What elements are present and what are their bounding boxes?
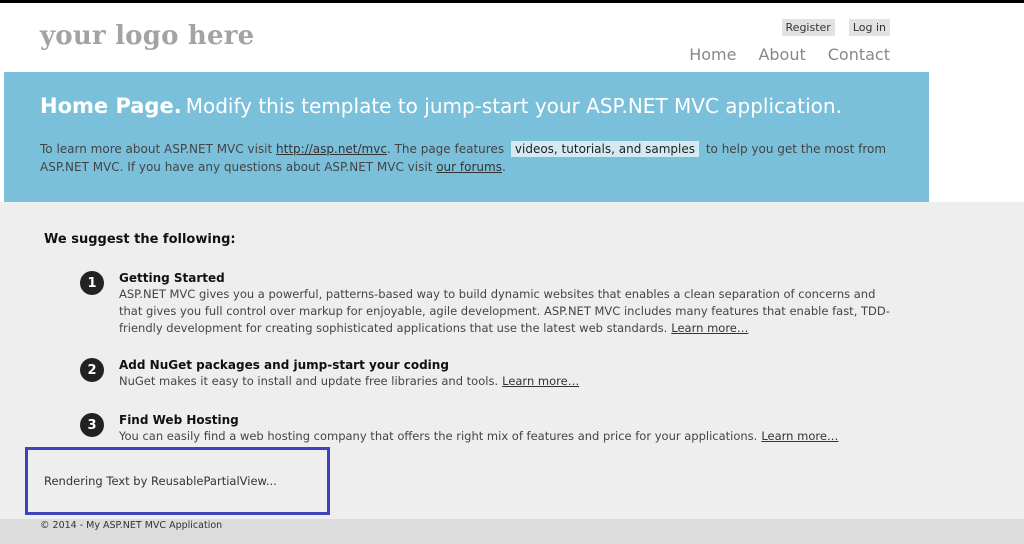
learn-more-link[interactable]: Learn more… bbox=[671, 321, 748, 335]
highlight-mark: videos, tutorials, and samples bbox=[510, 141, 700, 157]
list-item: 3 Find Web Hosting You can easily find a… bbox=[80, 412, 900, 445]
list-item: 1 Getting Started ASP.NET MVC gives you … bbox=[80, 270, 900, 337]
register-link[interactable]: Register bbox=[781, 19, 835, 36]
step-number-badge: 2 bbox=[80, 358, 104, 382]
page-subtitle: Modify this template to jump-start your … bbox=[185, 94, 842, 118]
site-logo[interactable]: your logo here bbox=[40, 21, 254, 51]
partial-view-box: Rendering Text by ReusablePartialView... bbox=[25, 447, 330, 515]
featured-text-part: . bbox=[501, 160, 506, 174]
featured-text: To learn more about ASP.NET MVC visit ht… bbox=[40, 140, 890, 176]
site-header: your logo here Register Log in Home Abou… bbox=[0, 3, 1024, 69]
step-text: NuGet makes it easy to install and updat… bbox=[119, 374, 499, 388]
list-item: 2 Add NuGet packages and jump-start your… bbox=[80, 357, 900, 390]
page-title-main: Home Page. bbox=[40, 94, 182, 118]
asp-net-mvc-link[interactable]: http://asp.net/mvc bbox=[276, 142, 387, 156]
forums-link[interactable]: our forums bbox=[436, 160, 502, 174]
step-description: You can easily find a web hosting compan… bbox=[119, 428, 900, 445]
menu-item-contact[interactable]: Contact bbox=[828, 45, 890, 64]
step-description: ASP.NET MVC gives you a powerful, patter… bbox=[119, 286, 900, 337]
step-text: ASP.NET MVC gives you a powerful, patter… bbox=[119, 287, 890, 335]
menu-item-about[interactable]: About bbox=[758, 45, 805, 64]
login-link[interactable]: Log in bbox=[848, 19, 890, 36]
featured-text-part: To learn more about ASP.NET MVC visit bbox=[40, 142, 277, 156]
main-menu: Home About Contact bbox=[689, 45, 890, 64]
step-title: Add NuGet packages and jump-start your c… bbox=[119, 358, 449, 372]
step-text: You can easily find a web hosting compan… bbox=[119, 429, 758, 443]
featured-text-part: . The page features bbox=[386, 142, 508, 156]
login-links: Register Log in bbox=[781, 19, 890, 36]
partial-view-text: Rendering Text by ReusablePartialView... bbox=[44, 474, 277, 488]
step-title: Find Web Hosting bbox=[119, 413, 239, 427]
menu-item-home[interactable]: Home bbox=[689, 45, 736, 64]
learn-more-link[interactable]: Learn more… bbox=[761, 429, 838, 443]
steps-list: 1 Getting Started ASP.NET MVC gives you … bbox=[80, 270, 900, 459]
step-number-badge: 3 bbox=[80, 413, 104, 437]
suggest-heading: We suggest the following: bbox=[44, 232, 236, 247]
learn-more-link[interactable]: Learn more… bbox=[502, 374, 579, 388]
step-description: NuGet makes it easy to install and updat… bbox=[119, 373, 900, 390]
copyright-text: © 2014 - My ASP.NET MVC Application bbox=[40, 520, 223, 531]
step-title: Getting Started bbox=[119, 271, 225, 285]
featured-banner: Home Page. Modify this template to jump-s… bbox=[4, 72, 929, 216]
step-number-badge: 1 bbox=[80, 271, 104, 295]
page-title: Home Page. Modify this template to jump-s… bbox=[40, 94, 842, 118]
site-footer: © 2014 - My ASP.NET MVC Application bbox=[0, 519, 1024, 544]
